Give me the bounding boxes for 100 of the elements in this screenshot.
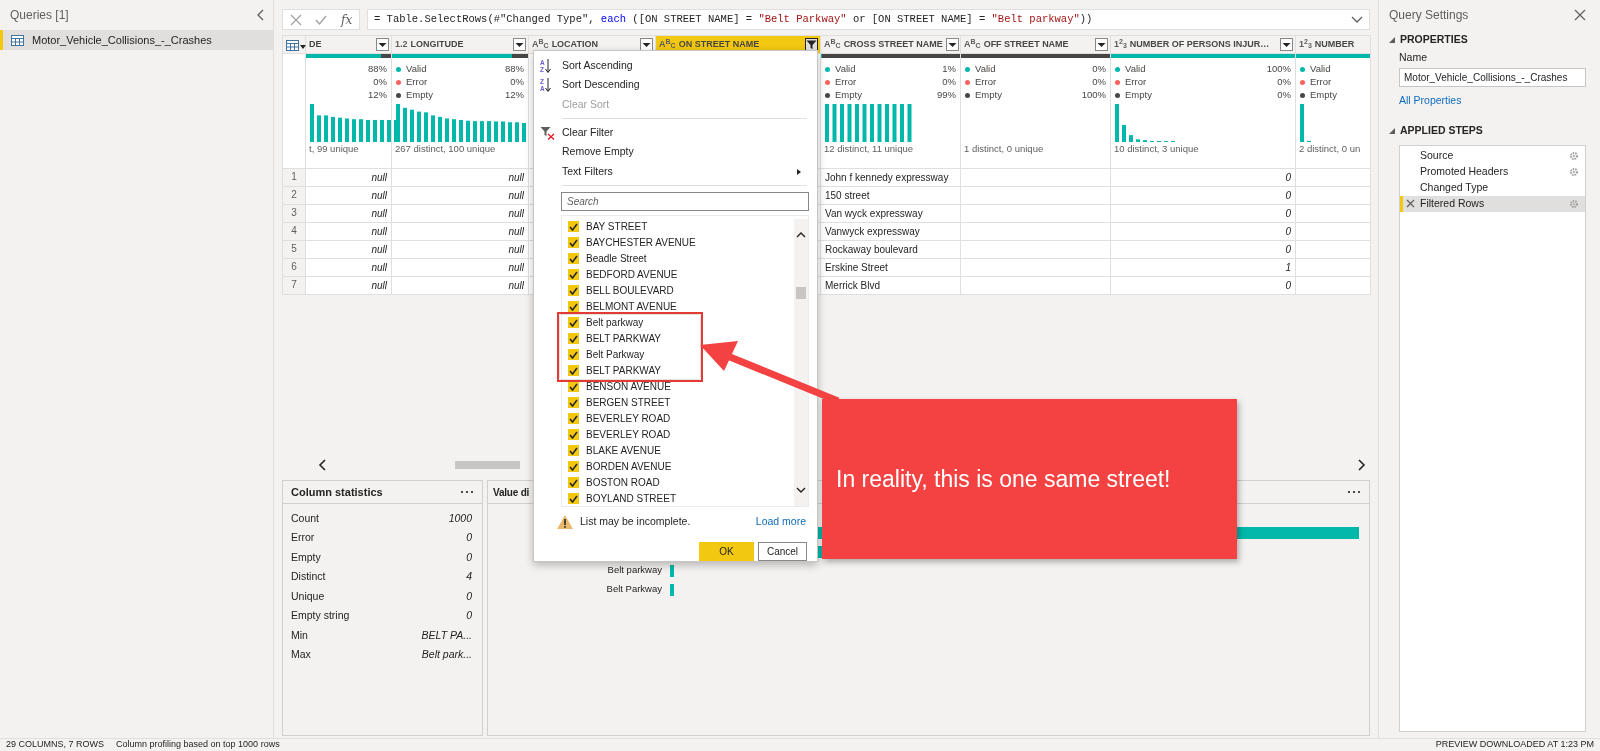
value-item[interactable]: Beadle Street — [562, 250, 794, 267]
legend-value: 0% — [1092, 74, 1106, 89]
column-name: LOCATION — [551, 37, 599, 51]
checkbox[interactable] — [568, 333, 579, 345]
checkbox[interactable] — [568, 317, 579, 329]
cancel-icon[interactable] — [289, 13, 302, 26]
name-field[interactable]: Motor_Vehicle_Collisions_-_Crashes — [1399, 67, 1586, 87]
search-field[interactable]: Search — [561, 192, 809, 211]
stat-value: 4 — [466, 569, 472, 585]
checkbox[interactable] — [568, 461, 579, 473]
applied-step[interactable]: Source — [1400, 147, 1585, 164]
histogram-drawing — [1115, 103, 1175, 142]
delete-icon[interactable] — [1406, 198, 1415, 208]
checkbox[interactable] — [568, 221, 579, 233]
value-item[interactable]: BELT PARKWAY — [562, 330, 700, 347]
table-menu-button[interactable] — [282, 35, 306, 53]
menu-item[interactable]: Text Filters — [540, 161, 807, 182]
value-item[interactable]: BELT PARKWAY — [562, 362, 700, 379]
applied-step[interactable]: Promoted Headers — [1400, 163, 1585, 180]
checkbox[interactable] — [568, 269, 579, 281]
value-item[interactable]: Belt Parkway — [562, 346, 700, 363]
scrollbar-thumb[interactable] — [796, 286, 806, 299]
column-header[interactable]: DE — [305, 35, 392, 53]
more-icon[interactable] — [460, 490, 474, 494]
checkbox[interactable] — [568, 413, 579, 425]
value-item[interactable]: BOYLAND STREET — [562, 490, 794, 507]
function-button[interactable]: fx — [341, 10, 353, 29]
checkbox[interactable] — [568, 301, 579, 313]
stat-value: 1000 — [448, 510, 472, 526]
value-item[interactable]: BAYCHESTER AVENUE — [562, 234, 794, 251]
ok-button[interactable]: OK — [699, 541, 754, 561]
checkbox[interactable] — [568, 253, 579, 265]
value-item[interactable]: BENSON AVENUE — [562, 378, 794, 395]
scroll-right-icon[interactable] — [1357, 459, 1366, 471]
column-menu-button[interactable] — [376, 37, 389, 51]
expand-toggle-icon[interactable] — [1389, 127, 1395, 134]
applied-step[interactable]: Filtered Rows — [1400, 195, 1585, 212]
column-header[interactable]: 1.2 LONGITUDE — [391, 35, 529, 53]
column-header[interactable]: 1$^{2}$$_{3}$ NUMBER — [1295, 35, 1371, 53]
close-icon[interactable] — [1574, 9, 1586, 21]
column-menu-button[interactable] — [945, 37, 959, 51]
all-properties-link[interactable]: All Properties — [1399, 92, 1586, 109]
column-header[interactable]: A$^{B}$$_{C}$ OFF STREET NAME — [960, 35, 1111, 53]
expand-toggle-icon[interactable] — [1389, 37, 1395, 43]
status-text: PREVIEW DOWNLOADED AT 1:23 PM — [1435, 738, 1594, 751]
checkbox[interactable] — [568, 237, 579, 249]
checkbox[interactable] — [568, 429, 579, 441]
expand-icon[interactable] — [1351, 15, 1363, 24]
column-menu-button[interactable] — [1280, 37, 1293, 51]
column-header[interactable]: A$^{B}$$_{C}$ CROSS STREET NAME — [820, 35, 961, 53]
menu-item[interactable]: Clear Filter — [540, 123, 807, 143]
table-cell: Van wyck expressway — [820, 204, 961, 222]
status-text: 29 COLUMNS, 7 ROWS — [6, 738, 105, 751]
menu-item[interactable]: Remove Empty — [540, 142, 807, 162]
scroll-left-icon[interactable] — [318, 459, 327, 471]
more-icon[interactable] — [1347, 490, 1361, 494]
stat-value: Belt park... — [421, 647, 472, 663]
legend-label: Error — [1310, 74, 1332, 89]
value-item[interactable]: BLAKE AVENUE — [562, 442, 794, 459]
column-name: ON STREET NAME — [678, 37, 761, 51]
checkbox[interactable] — [568, 381, 579, 393]
collapse-icon[interactable] — [256, 9, 265, 21]
gear-icon[interactable] — [1569, 166, 1579, 177]
table-cell: null — [305, 222, 392, 240]
checkbox[interactable] — [568, 477, 579, 489]
value-item[interactable]: BEVERLEY ROAD — [562, 410, 794, 427]
scroll-up-icon[interactable] — [796, 230, 806, 239]
checkbox[interactable] — [568, 349, 579, 361]
value-item[interactable]: BELL BOULEVARD — [562, 282, 794, 299]
column-header[interactable]: 1$^{2}$$_{3}$ NUMBER OF PERSONS INJUR… — [1110, 35, 1296, 53]
applied-step[interactable]: Changed Type — [1400, 179, 1585, 196]
cancel-button[interactable]: Cancel — [758, 541, 807, 561]
gear-icon[interactable] — [1569, 150, 1579, 161]
value-item[interactable]: BORDEN AVENUE — [562, 458, 794, 475]
value-item[interactable]: Belt parkway — [562, 314, 700, 331]
checkbox[interactable] — [568, 493, 579, 505]
column-menu-button[interactable] — [1095, 37, 1108, 51]
table-cell: 0 — [1110, 240, 1296, 258]
checkbox[interactable] — [568, 445, 579, 457]
value-item[interactable]: BELMONT AVENUE — [562, 298, 794, 315]
filter-button[interactable] — [805, 37, 818, 51]
column-menu-button[interactable] — [640, 37, 653, 51]
formula-field[interactable]: = Table.SelectRows(#"Changed Type", each ([ON STREET NAME] = "Belt Parkway" or [ON STREET NAME] = "Belt parkway")) — [367, 9, 1370, 30]
column-menu-button[interactable] — [513, 37, 526, 51]
value-item[interactable]: BERGEN STREET — [562, 394, 794, 411]
value-item[interactable]: BEVERLEY ROAD — [562, 426, 794, 443]
scroll-down-icon[interactable] — [796, 485, 806, 494]
checkbox[interactable] — [568, 397, 579, 409]
load-more-link[interactable]: Load more — [755, 514, 806, 531]
value-item[interactable]: BAY STREET — [562, 218, 794, 235]
value-item[interactable]: BOSTON ROAD — [562, 474, 794, 491]
scrollbar-thumb[interactable] — [455, 461, 520, 469]
table-cell: null — [391, 258, 529, 276]
checkbox[interactable] — [568, 285, 579, 297]
check-icon[interactable] — [315, 13, 328, 26]
checkbox[interactable] — [568, 365, 579, 377]
histogram-drawing — [1300, 103, 1311, 142]
distribution-bar — [670, 564, 674, 577]
value-item[interactable]: BEDFORD AVENUE — [562, 266, 794, 283]
query-item[interactable]: Motor_Vehicle_Collisions_-_Crashes — [0, 30, 273, 50]
